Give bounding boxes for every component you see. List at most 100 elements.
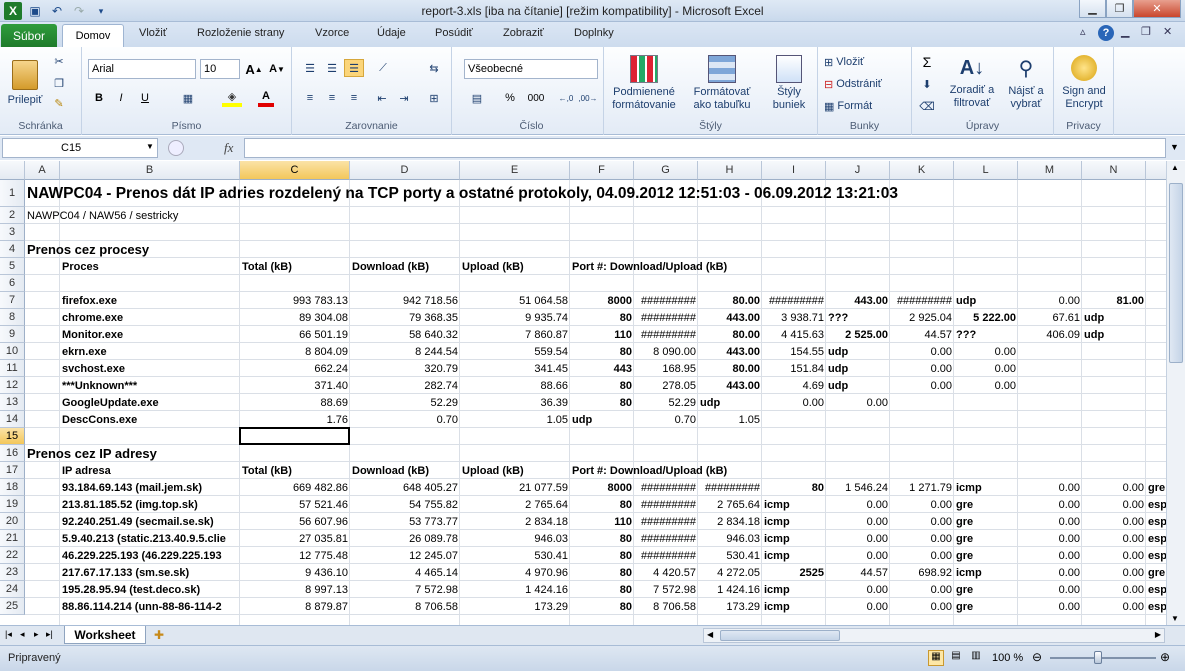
align-center-icon[interactable]: ≡ bbox=[322, 89, 342, 107]
cell-d22[interactable]: 12 245.07 bbox=[350, 548, 460, 564]
cell-d25[interactable]: 8 706.58 bbox=[350, 599, 460, 615]
shrink-font-icon[interactable]: A ▼ bbox=[268, 60, 286, 78]
row-header-7[interactable]: 7 bbox=[0, 292, 25, 309]
cell-j20[interactable]: 0.00 bbox=[826, 514, 890, 530]
cell-h18[interactable]: ######### bbox=[698, 480, 762, 496]
cell-h11[interactable]: 80.00 bbox=[698, 361, 762, 377]
cell-l10[interactable]: 0.00 bbox=[954, 344, 1018, 360]
cell-o24[interactable]: esp bbox=[1146, 582, 1166, 598]
format-cells-button[interactable]: ▦ Formát bbox=[824, 97, 872, 115]
cell-c5[interactable]: Total (kB) bbox=[240, 259, 294, 275]
row-header-3[interactable]: 3 bbox=[0, 224, 25, 241]
cell-j18[interactable]: 1 546.24 bbox=[826, 480, 890, 496]
cell-d11[interactable]: 320.79 bbox=[350, 361, 460, 377]
cell-n23[interactable]: 0.00 bbox=[1082, 565, 1146, 581]
cell-e22[interactable]: 530.41 bbox=[460, 548, 570, 564]
row-header-12[interactable]: 12 bbox=[0, 377, 25, 394]
active-cell-c15[interactable] bbox=[239, 427, 350, 445]
row-header-9[interactable]: 9 bbox=[0, 326, 25, 343]
cell-h20[interactable]: 2 834.18 bbox=[698, 514, 762, 530]
cell-i10[interactable]: 154.55 bbox=[762, 344, 826, 360]
vertical-scrollbar[interactable]: ▲ ▼ bbox=[1166, 161, 1185, 625]
decrease-decimal-icon[interactable]: ,00→ bbox=[578, 89, 598, 107]
column-header-b[interactable]: B bbox=[60, 161, 240, 180]
scroll-left-icon[interactable]: ◀ bbox=[707, 630, 713, 639]
cell-k7[interactable]: ######### bbox=[890, 293, 954, 309]
cell-m18[interactable]: 0.00 bbox=[1018, 480, 1082, 496]
workbook-restore-icon[interactable]: ❐ bbox=[1141, 25, 1151, 38]
align-middle-icon[interactable]: ☰ bbox=[322, 59, 342, 77]
cell-styles-button[interactable]: Štýly buniek bbox=[764, 51, 814, 115]
cell-g22[interactable]: ######### bbox=[634, 548, 698, 564]
cell-e21[interactable]: 946.03 bbox=[460, 531, 570, 547]
cell-k21[interactable]: 0.00 bbox=[890, 531, 954, 547]
tab-data[interactable]: Údaje bbox=[377, 27, 406, 39]
cell-f13[interactable]: 80 bbox=[570, 395, 634, 411]
row-header-13[interactable]: 13 bbox=[0, 394, 25, 411]
cell-h10[interactable]: 443.00 bbox=[698, 344, 762, 360]
cell-o20[interactable]: esp bbox=[1146, 514, 1166, 530]
insert-cells-button[interactable]: ⊞ Vložiť bbox=[824, 53, 864, 71]
zoom-out-icon[interactable]: ⊖ bbox=[1032, 650, 1042, 664]
cell-m7[interactable]: 0.00 bbox=[1018, 293, 1082, 309]
cell-i11[interactable]: 151.84 bbox=[762, 361, 826, 377]
cell-e20[interactable]: 2 834.18 bbox=[460, 514, 570, 530]
row-header-25[interactable]: 25 bbox=[0, 598, 25, 615]
cell-k18[interactable]: 1 271.79 bbox=[890, 480, 954, 496]
increase-decimal-icon[interactable]: ←,0 bbox=[556, 89, 576, 107]
cell-j12[interactable]: udp bbox=[826, 378, 890, 394]
cell-i20[interactable]: icmp bbox=[762, 514, 826, 530]
cell-h22[interactable]: 530.41 bbox=[698, 548, 762, 564]
cell-e9[interactable]: 7 860.87 bbox=[460, 327, 570, 343]
cell-a1[interactable]: NAWPC04 - Prenos dát IP adries rozdelený… bbox=[25, 184, 900, 204]
cell-h12[interactable]: 443.00 bbox=[698, 378, 762, 394]
name-box[interactable]: C15 bbox=[2, 138, 158, 158]
cell-j8[interactable]: ??? bbox=[826, 310, 890, 326]
italic-button[interactable]: I bbox=[112, 89, 130, 107]
cell-c25[interactable]: 8 879.87 bbox=[240, 599, 350, 615]
cell-f22[interactable]: 80 bbox=[570, 548, 634, 564]
cell-n8[interactable]: udp bbox=[1082, 310, 1146, 326]
normal-view-icon[interactable]: ▦ bbox=[928, 650, 944, 666]
column-header-j[interactable]: J bbox=[826, 161, 890, 180]
horizontal-scrollbar[interactable]: ◀ ▶ bbox=[703, 628, 1165, 643]
cell-c23[interactable]: 9 436.10 bbox=[240, 565, 350, 581]
align-left-icon[interactable]: ≡ bbox=[300, 89, 320, 107]
cell-o21[interactable]: esp bbox=[1146, 531, 1166, 547]
cell-k20[interactable]: 0.00 bbox=[890, 514, 954, 530]
font-name-select[interactable]: Arial bbox=[88, 59, 196, 79]
scroll-right-icon[interactable]: ▶ bbox=[1155, 630, 1161, 639]
row-header-17[interactable]: 17 bbox=[0, 462, 25, 479]
cell-b7[interactable]: firefox.exe bbox=[60, 293, 119, 309]
cell-b14[interactable]: DescCons.exe bbox=[60, 412, 139, 428]
cell-i9[interactable]: 4 415.63 bbox=[762, 327, 826, 343]
cell-e5[interactable]: Upload (kB) bbox=[460, 259, 526, 275]
sheet-tab-worksheet[interactable]: Worksheet bbox=[64, 626, 146, 644]
cell-c8[interactable]: 89 304.08 bbox=[240, 310, 350, 326]
cell-c12[interactable]: 371.40 bbox=[240, 378, 350, 394]
cell-j22[interactable]: 0.00 bbox=[826, 548, 890, 564]
cell-e18[interactable]: 21 077.59 bbox=[460, 480, 570, 496]
increase-indent-icon[interactable]: ⇥ bbox=[394, 89, 414, 107]
insert-function-icon[interactable]: fx bbox=[224, 140, 233, 156]
cell-f25[interactable]: 80 bbox=[570, 599, 634, 615]
cell-g10[interactable]: 8 090.00 bbox=[634, 344, 698, 360]
align-right-icon[interactable]: ≡ bbox=[344, 89, 364, 107]
row-header-19[interactable]: 19 bbox=[0, 496, 25, 513]
cell-f12[interactable]: 80 bbox=[570, 378, 634, 394]
cell-b5[interactable]: Proces bbox=[60, 259, 101, 275]
column-header-extra[interactable] bbox=[1146, 161, 1166, 180]
cell-e13[interactable]: 36.39 bbox=[460, 395, 570, 411]
cell-n20[interactable]: 0.00 bbox=[1082, 514, 1146, 530]
cell-b12[interactable]: ***Unknown*** bbox=[60, 378, 139, 394]
cell-c17[interactable]: Total (kB) bbox=[240, 463, 294, 479]
cell-d23[interactable]: 4 465.14 bbox=[350, 565, 460, 581]
cell-d10[interactable]: 8 244.54 bbox=[350, 344, 460, 360]
row-header-24[interactable]: 24 bbox=[0, 581, 25, 598]
cell-l21[interactable]: gre bbox=[954, 531, 1018, 547]
cell-l18[interactable]: icmp bbox=[954, 480, 1018, 496]
cell-b24[interactable]: 195.28.95.94 (test.deco.sk) bbox=[60, 582, 240, 598]
insert-sheet-icon[interactable]: ✚ bbox=[154, 628, 164, 642]
row-header-11[interactable]: 11 bbox=[0, 360, 25, 377]
cell-g18[interactable]: ######### bbox=[634, 480, 698, 496]
